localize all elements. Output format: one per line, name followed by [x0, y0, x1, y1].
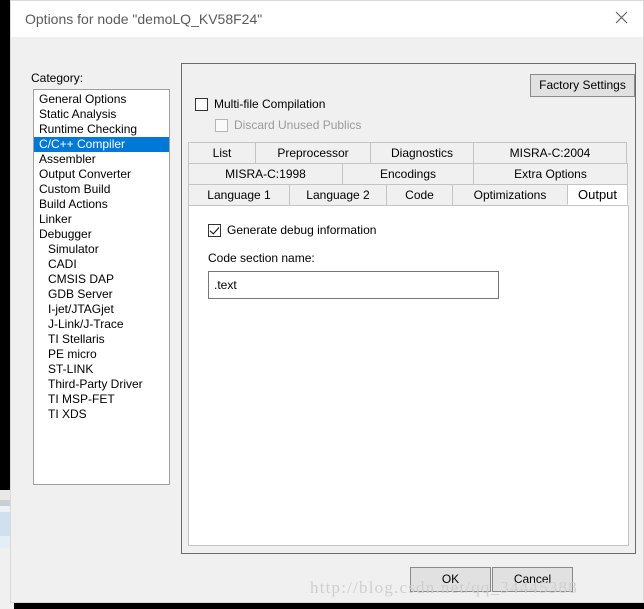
category-item[interactable]: General Options	[34, 92, 169, 107]
tab-diagnostics[interactable]: Diagnostics	[370, 142, 474, 163]
tab-row: Language 1 Language 2 Code Optimizations Out…	[188, 184, 629, 205]
category-item[interactable]: Assembler	[34, 152, 169, 167]
tab-language-2[interactable]: Language 2	[289, 184, 387, 205]
tab-misra-c-2004[interactable]: MISRA-C:2004	[473, 142, 627, 163]
category-item[interactable]: CADI	[34, 257, 169, 272]
output-tab-panel: Generate debug information Code section …	[188, 205, 629, 546]
generate-debug-information-label: Generate debug information	[227, 223, 377, 237]
dialog-titlebar: Options for node "demoLQ_KV58F24"	[11, 1, 643, 37]
tab-misra-c-1998[interactable]: MISRA-C:1998	[188, 163, 343, 184]
tab-list[interactable]: List	[188, 142, 256, 163]
factory-settings-button[interactable]: Factory Settings	[530, 74, 635, 97]
category-item[interactable]: Simulator	[34, 242, 169, 257]
category-item[interactable]: C/C++ Compiler	[34, 137, 169, 152]
category-item[interactable]: CMSIS DAP	[34, 272, 169, 287]
category-item[interactable]: GDB Server	[34, 287, 169, 302]
code-section-name-label: Code section name:	[208, 251, 315, 265]
discard-unused-publics-label: Discard Unused Publics	[234, 118, 362, 132]
cancel-button[interactable]: Cancel	[492, 567, 573, 592]
compiler-options-pane: Factory Settings Multi-file Compilation …	[181, 63, 636, 554]
dialog-title: Options for node "demoLQ_KV58F24"	[25, 11, 263, 27]
tab-language-1[interactable]: Language 1	[188, 184, 290, 205]
generate-debug-information-checkbox-row[interactable]: Generate debug information	[208, 223, 376, 237]
category-item[interactable]: Third-Party Driver	[34, 377, 169, 392]
category-list[interactable]: General Options Static Analysis Runtime Ch…	[33, 89, 170, 485]
category-item[interactable]: Custom Build	[34, 182, 169, 197]
tab-optimizations[interactable]: Optimizations	[452, 184, 568, 205]
category-item[interactable]: Static Analysis	[34, 107, 169, 122]
category-item[interactable]: ST-LINK	[34, 362, 169, 377]
compiler-tab-strip[interactable]: List Preprocessor Diagnostics MISRA-C:2004 M…	[188, 142, 629, 205]
close-icon[interactable]	[599, 1, 643, 33]
options-dialog: Options for node "demoLQ_KV58F24" Catego…	[10, 0, 644, 603]
tab-code[interactable]: Code	[386, 184, 453, 205]
discard-unused-publics-checkbox	[215, 118, 228, 132]
category-item[interactable]: Build Actions	[34, 197, 169, 212]
category-item[interactable]: PE micro	[34, 347, 169, 362]
category-item[interactable]: TI MSP-FET	[34, 392, 169, 407]
category-item[interactable]: Output Converter	[34, 167, 169, 182]
category-label: Category:	[31, 71, 84, 85]
generate-debug-information-checkbox[interactable]	[208, 223, 221, 237]
tab-extra-options[interactable]: Extra Options	[473, 163, 628, 184]
category-item[interactable]: Debugger	[34, 227, 169, 242]
category-item[interactable]: I-jet/JTAGjet	[34, 302, 169, 317]
multi-file-compilation-checkbox[interactable]	[195, 97, 208, 111]
tab-row: MISRA-C:1998 Encodings Extra Options	[188, 163, 629, 184]
tab-encodings[interactable]: Encodings	[342, 163, 474, 184]
category-item[interactable]: TI XDS	[34, 407, 169, 422]
category-item[interactable]: Runtime Checking	[34, 122, 169, 137]
tab-row: List Preprocessor Diagnostics MISRA-C:2004	[188, 142, 629, 163]
discard-unused-publics-checkbox-row: Discard Unused Publics	[215, 118, 361, 132]
multi-file-compilation-checkbox-row[interactable]: Multi-file Compilation	[195, 97, 325, 111]
code-section-name-input[interactable]	[208, 271, 499, 299]
multi-file-compilation-label: Multi-file Compilation	[214, 97, 326, 111]
category-item[interactable]: J-Link/J-Trace	[34, 317, 169, 332]
tab-preprocessor[interactable]: Preprocessor	[255, 142, 371, 163]
ok-button[interactable]: OK	[410, 567, 491, 592]
category-item[interactable]: Linker	[34, 212, 169, 227]
category-item[interactable]: TI Stellaris	[34, 332, 169, 347]
tab-output[interactable]: Output	[567, 184, 628, 205]
